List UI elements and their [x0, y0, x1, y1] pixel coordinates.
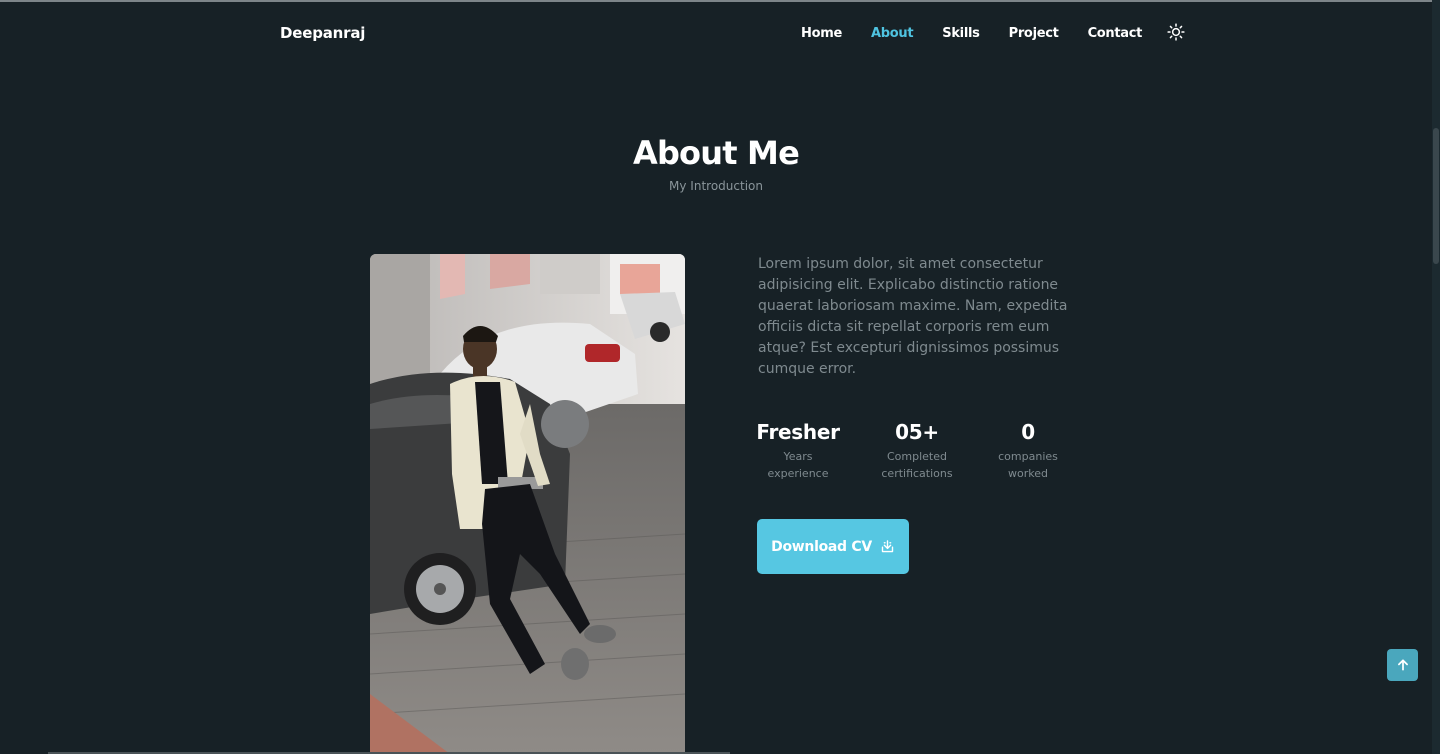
page-scrollbar[interactable]: [1432, 0, 1440, 754]
section-title: About Me: [632, 134, 800, 172]
stat-value: 05+: [895, 420, 939, 444]
stat-label: companies worked: [978, 448, 1078, 482]
arrow-up-icon: [1397, 659, 1408, 671]
stat-label-line: Years: [783, 450, 813, 463]
download-cv-label: Download CV: [771, 538, 872, 555]
site-header: Deepanraj Home About Skills Project Cont…: [0, 2, 1432, 64]
scrollbar-thumb[interactable]: [1433, 128, 1439, 264]
download-cv-button[interactable]: Download CV: [757, 519, 909, 574]
scroll-up-button[interactable]: [1387, 649, 1418, 681]
stat-certifications: 05+ Completed certifications: [867, 420, 967, 482]
download-icon: [881, 540, 894, 553]
nav-skills[interactable]: Skills: [942, 26, 980, 41]
nav-home[interactable]: Home: [801, 26, 842, 41]
stat-companies: 0 companies worked: [978, 420, 1078, 482]
nav-project[interactable]: Project: [1009, 26, 1059, 41]
stat-experience: Fresher Years experience: [748, 420, 848, 482]
stat-label-line: companies: [998, 450, 1058, 463]
stat-label: Years experience: [748, 448, 848, 482]
stat-label-line: worked: [1008, 467, 1048, 480]
stat-label-line: experience: [767, 467, 829, 480]
about-description: Lorem ipsum dolor, sit amet consectetur …: [758, 256, 1068, 377]
about-stats: Fresher Years experience 05+ Completed c…: [756, 420, 1078, 490]
section-subtitle: My Introduction: [669, 179, 763, 193]
nav-about[interactable]: About: [871, 26, 914, 41]
stat-label: Completed certifications: [867, 448, 967, 482]
nav-contact[interactable]: Contact: [1088, 26, 1143, 41]
stat-label-line: certifications: [881, 467, 953, 480]
stat-value: Fresher: [756, 420, 840, 444]
stat-label-line: Completed: [887, 450, 947, 463]
main-nav: Home About Skills Project Contact: [801, 23, 1185, 41]
sun-icon[interactable]: [1167, 23, 1185, 41]
site-logo[interactable]: Deepanraj: [280, 24, 365, 42]
stat-value: 0: [1021, 420, 1035, 444]
profile-photo: [370, 254, 685, 754]
